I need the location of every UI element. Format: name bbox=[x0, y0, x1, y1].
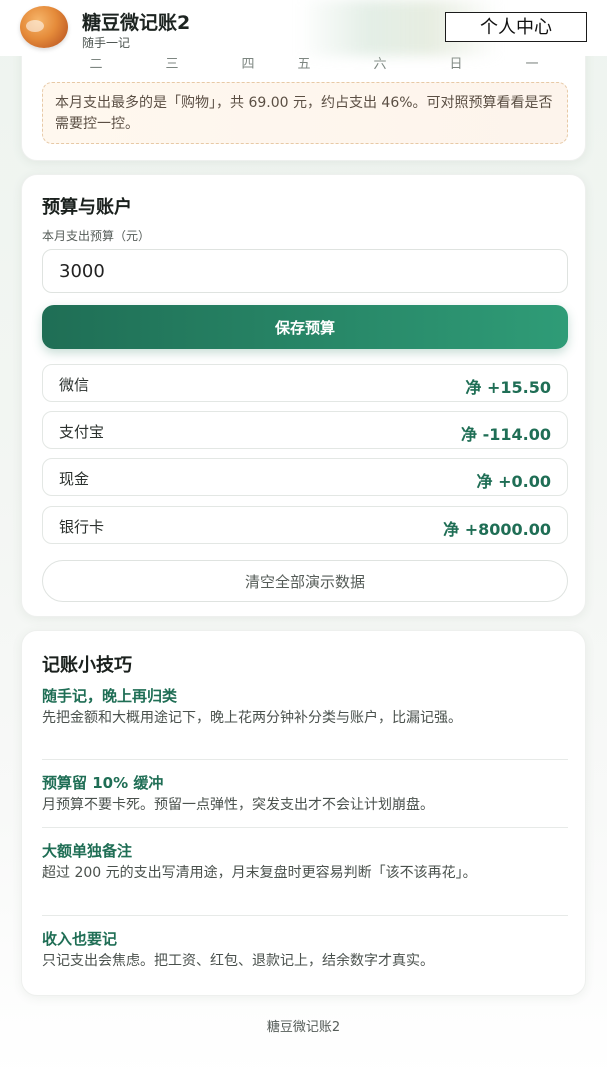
spending-insight: 本月支出最多的是「购物」，共 69.00 元，约占支出 46%。可对照预算看看是… bbox=[42, 82, 568, 144]
app-header: 糖豆微记账2 随手一记 个人中心 bbox=[0, 0, 607, 56]
tip-title: 预算留 10% 缓冲 bbox=[42, 774, 164, 792]
tip-item: 收入也要记 只记支出会焦虑。把工资、红包、退款记上，结余数字才真实。 bbox=[42, 928, 568, 971]
budget-input-label: 本月支出预算（元） bbox=[42, 229, 151, 243]
app-subtitle: 随手一记 bbox=[82, 36, 131, 50]
tip-item: 随手记，晚上再归类 先把金额和大概用途记下，晚上花两分钟补分类与账户，比漏记强。 bbox=[42, 685, 568, 728]
account-row-alipay[interactable]: 支付宝 净 -114.00 bbox=[42, 411, 568, 449]
tip-item: 预算留 10% 缓冲 月预算不要卡死。预留一点弹性，突发支出才不会让计划崩盘。 bbox=[42, 772, 568, 815]
app-logo-icon bbox=[20, 6, 68, 48]
tip-title: 大额单独备注 bbox=[42, 842, 133, 860]
tips-card: 记账小技巧 随手记，晚上再归类 先把金额和大概用途记下，晚上花两分钟补分类与账户… bbox=[21, 630, 586, 996]
tip-divider bbox=[42, 759, 568, 760]
save-budget-button[interactable]: 保存预算 bbox=[42, 305, 568, 349]
tip-body: 先把金额和大概用途记下，晚上花两分钟补分类与账户，比漏记强。 bbox=[42, 710, 462, 726]
account-row-cash[interactable]: 现金 净 +0.00 bbox=[42, 458, 568, 496]
clear-demo-data-button[interactable]: 清空全部演示数据 bbox=[42, 560, 568, 602]
profile-center-button[interactable]: 个人中心 bbox=[445, 12, 587, 42]
account-net-amount: 净 -114.00 bbox=[461, 425, 551, 444]
section-title-tips: 记账小技巧 bbox=[42, 655, 132, 676]
account-name: 现金 bbox=[59, 470, 90, 488]
account-name: 支付宝 bbox=[59, 423, 105, 441]
budget-accounts-card: 预算与账户 本月支出预算（元） 保存预算 微信 净 +15.50 支付宝 净 -… bbox=[21, 174, 586, 617]
tip-body: 月预算不要卡死。预留一点弹性，突发支出才不会让计划崩盘。 bbox=[42, 797, 434, 813]
tip-body: 只记支出会焦虑。把工资、红包、退款记上，结余数字才真实。 bbox=[42, 953, 434, 969]
section-title-budget: 预算与账户 bbox=[42, 197, 132, 218]
tip-item: 大额单独备注 超过 200 元的支出写清用途，月末复盘时更容易判断「该不该再花」… bbox=[42, 840, 568, 883]
footer-text: 糖豆微记账2 bbox=[266, 1020, 341, 1035]
account-row-bank-card[interactable]: 银行卡 净 +8000.00 bbox=[42, 506, 568, 544]
account-name: 银行卡 bbox=[59, 518, 105, 536]
account-net-amount: 净 +8000.00 bbox=[443, 520, 551, 539]
account-net-amount: 净 +15.50 bbox=[465, 378, 551, 397]
tip-divider bbox=[42, 827, 568, 828]
tip-divider bbox=[42, 915, 568, 916]
app-title: 糖豆微记账2 bbox=[82, 12, 191, 34]
budget-input[interactable] bbox=[42, 249, 568, 293]
tip-title: 随手记，晚上再归类 bbox=[42, 687, 178, 705]
tip-body: 超过 200 元的支出写清用途，月末复盘时更容易判断「该不该再花」。 bbox=[42, 865, 477, 881]
account-name: 微信 bbox=[59, 376, 90, 394]
account-net-amount: 净 +0.00 bbox=[476, 472, 551, 491]
account-row-wechat[interactable]: 微信 净 +15.50 bbox=[42, 364, 568, 402]
tip-title: 收入也要记 bbox=[42, 930, 118, 948]
